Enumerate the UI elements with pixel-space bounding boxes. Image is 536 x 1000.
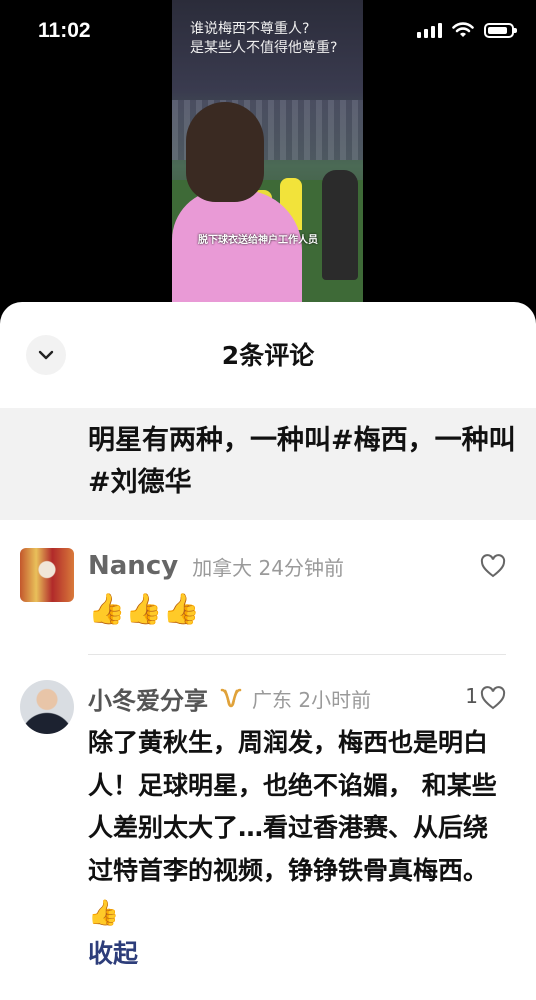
quoted-post-text: 明星有两种，一种叫#梅西，一种叫#刘德华 bbox=[88, 425, 516, 498]
status-bar: 11:02 bbox=[0, 0, 536, 64]
comment-author[interactable]: 小冬爱分享 bbox=[88, 681, 208, 716]
battery-icon bbox=[484, 22, 517, 38]
comment-sheet: 2条评论 明星有两种，一种叫#梅西，一种叫#刘德华 Nancy 加拿大 24分钟… bbox=[0, 302, 536, 1000]
like-count: 1 bbox=[465, 684, 478, 708]
wifi-icon bbox=[452, 22, 474, 37]
status-time: 11:02 bbox=[38, 19, 91, 42]
comment-item: Nancy 加拿大 24分钟前 👍👍👍 bbox=[0, 548, 536, 658]
comment-item: 小冬爱分享 广东 2小时前 1 除了黄秋生，周润发，梅西也是明白人！足球明星，也… bbox=[0, 680, 536, 980]
avatar[interactable] bbox=[20, 548, 74, 602]
collapse-replies-link[interactable]: 收起 bbox=[88, 934, 138, 970]
player-head bbox=[186, 102, 264, 202]
vip-badge-icon bbox=[220, 688, 242, 708]
comment-body: 👍👍👍 bbox=[88, 592, 201, 627]
status-icons bbox=[417, 22, 517, 38]
comment-location-time: 广东 2小时前 bbox=[252, 687, 372, 712]
cellular-signal-icon bbox=[417, 22, 442, 38]
comment-location-time: 加拿大 24分钟前 bbox=[192, 555, 344, 580]
quoted-post: 明星有两种，一种叫#梅西，一种叫#刘德华 bbox=[0, 408, 536, 520]
heart-icon[interactable] bbox=[480, 686, 506, 710]
comment-body: 除了黄秋生，周润发，梅西也是明白人！足球明星，也绝不谄媚， 和某些人差别太大了…… bbox=[88, 728, 497, 927]
avatar[interactable] bbox=[20, 680, 74, 734]
comment-meta: Nancy 加拿大 24分钟前 bbox=[88, 548, 536, 584]
player-shirt bbox=[172, 190, 302, 302]
sheet-title: 2条评论 bbox=[221, 341, 315, 370]
heart-icon[interactable] bbox=[480, 554, 506, 578]
staff-figure bbox=[322, 170, 358, 280]
video-caption-bottom: 脱下球衣送给神户工作人员 bbox=[198, 235, 318, 246]
sheet-header: 2条评论 bbox=[0, 302, 536, 408]
comment-author[interactable]: Nancy bbox=[88, 551, 178, 581]
divider bbox=[88, 654, 506, 655]
